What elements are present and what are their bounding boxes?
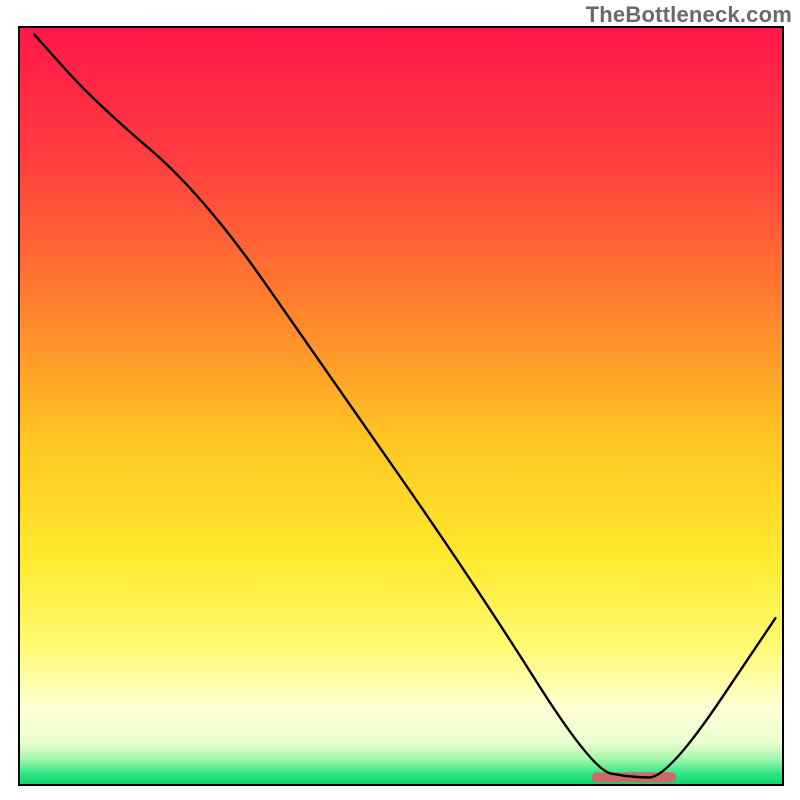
plot-background (19, 27, 783, 785)
bottleneck-curve-chart (0, 0, 800, 800)
chart-container: TheBottleneck.com (0, 0, 800, 800)
watermark-text: TheBottleneck.com (586, 2, 792, 28)
